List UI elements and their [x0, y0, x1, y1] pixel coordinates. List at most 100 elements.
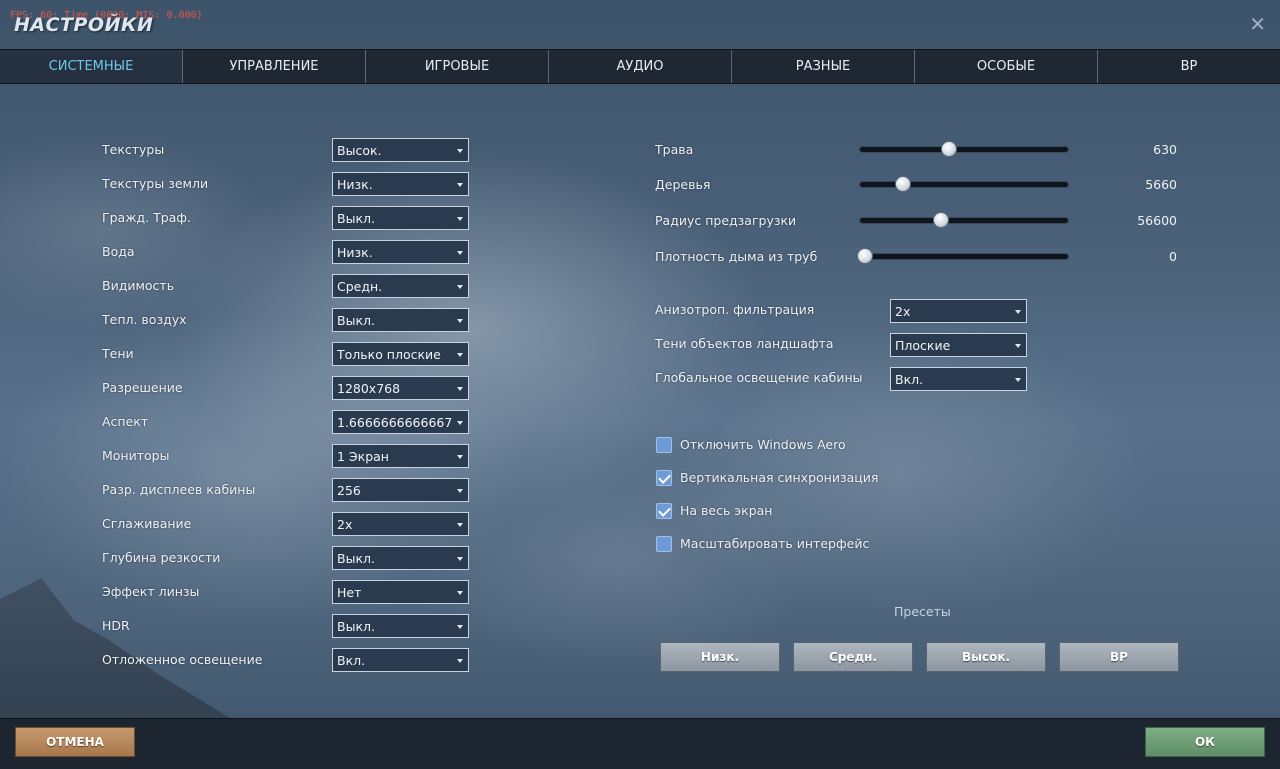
- tab-gameplay[interactable]: ИГРОВЫЕ: [366, 50, 549, 83]
- slider-track[interactable]: [859, 141, 1069, 157]
- setting-dropdown[interactable]: 2x: [890, 299, 1027, 323]
- dropdown-value: Низк.: [337, 176, 373, 192]
- chevron-down-icon: [457, 149, 463, 153]
- setting-dropdown[interactable]: Нет: [332, 580, 469, 604]
- checkbox[interactable]: [656, 536, 672, 552]
- setting-label: Видимость: [102, 278, 175, 293]
- background-mountain: [0, 578, 230, 718]
- setting-label: Эффект линзы: [102, 584, 200, 599]
- setting-dropdown[interactable]: Низк.: [332, 240, 469, 264]
- tab-misc[interactable]: РАЗНЫЕ: [732, 50, 915, 83]
- dropdown-value: Выкл.: [337, 550, 375, 566]
- slider-value: 5660: [1145, 177, 1177, 192]
- dropdown-value: Нет: [337, 584, 362, 600]
- tab-bar: СИСТЕМНЫЕ УПРАВЛЕНИЕ ИГРОВЫЕ АУДИО РАЗНЫ…: [0, 49, 1280, 84]
- chevron-down-icon: [457, 183, 463, 187]
- setting-label: Гражд. Траф.: [102, 210, 191, 225]
- checkbox-label[interactable]: Вертикальная синхронизация: [680, 470, 878, 485]
- tab-vr[interactable]: ВР: [1098, 50, 1280, 83]
- dropdown-value: 1280x768: [337, 380, 401, 396]
- chevron-down-icon: [457, 421, 463, 425]
- setting-dropdown[interactable]: Выкл.: [332, 206, 469, 230]
- dropdown-value: 2x: [895, 303, 911, 319]
- checkbox-label[interactable]: Отключить Windows Aero: [680, 437, 846, 452]
- setting-dropdown[interactable]: 1280x768: [332, 376, 469, 400]
- chevron-down-icon: [1015, 344, 1021, 348]
- setting-label: Сглаживание: [102, 516, 192, 531]
- tab-special[interactable]: ОСОБЫЕ: [915, 50, 1098, 83]
- dropdown-value: Высок.: [337, 142, 382, 158]
- checkbox-label[interactable]: На весь экран: [680, 503, 772, 518]
- close-icon[interactable]: ✕: [1249, 12, 1266, 36]
- dropdown-value: Средн.: [337, 278, 383, 294]
- preset-vr-button[interactable]: ВР: [1059, 642, 1179, 672]
- setting-label: Отложенное освещение: [102, 652, 263, 667]
- slider-track[interactable]: [859, 176, 1069, 192]
- checkmark-icon: [658, 504, 671, 517]
- ok-button[interactable]: ОК: [1145, 727, 1265, 757]
- slider-label: Плотность дыма из труб: [655, 249, 818, 264]
- setting-dropdown[interactable]: Выкл.: [332, 614, 469, 638]
- slider-track[interactable]: [859, 212, 1069, 228]
- setting-dropdown[interactable]: Вкл.: [890, 367, 1027, 391]
- setting-label: Мониторы: [102, 448, 170, 463]
- chevron-down-icon: [457, 557, 463, 561]
- tab-system[interactable]: СИСТЕМНЫЕ: [0, 50, 183, 83]
- slider-handle[interactable]: [941, 141, 957, 157]
- setting-dropdown[interactable]: Только плоские: [332, 342, 469, 366]
- setting-dropdown[interactable]: Выкл.: [332, 308, 469, 332]
- checkbox[interactable]: [656, 437, 672, 453]
- slider-track[interactable]: [857, 248, 1069, 264]
- dropdown-value: 1 Экран: [337, 448, 389, 464]
- setting-label: Разр. дисплеев кабины: [102, 482, 256, 497]
- slider-handle[interactable]: [933, 212, 949, 228]
- chevron-down-icon: [1015, 378, 1021, 382]
- setting-label: Глубина резкости: [102, 550, 221, 565]
- chevron-down-icon: [457, 659, 463, 663]
- preset-high-button[interactable]: Высок.: [926, 642, 1046, 672]
- setting-dropdown[interactable]: Низк.: [332, 172, 469, 196]
- dropdown-value: Выкл.: [337, 210, 375, 226]
- chevron-down-icon: [457, 251, 463, 255]
- setting-label: Разрешение: [102, 380, 183, 395]
- dropdown-value: 256: [337, 482, 361, 498]
- setting-dropdown[interactable]: Высок.: [332, 138, 469, 162]
- setting-label: Тепл. воздух: [102, 312, 187, 327]
- setting-dropdown[interactable]: Плоские: [890, 333, 1027, 357]
- checkmark-icon: [658, 471, 671, 484]
- setting-dropdown[interactable]: Вкл.: [332, 648, 469, 672]
- setting-dropdown[interactable]: 2x: [332, 512, 469, 536]
- setting-label: Анизотроп. фильтрация: [655, 302, 815, 317]
- slider-label: Трава: [655, 142, 694, 157]
- presets-label: Пресеты: [894, 604, 951, 619]
- slider-handle[interactable]: [857, 248, 873, 264]
- tab-controls[interactable]: УПРАВЛЕНИЕ: [183, 50, 366, 83]
- footer-bar: [0, 718, 1280, 769]
- preset-medium-button[interactable]: Средн.: [793, 642, 913, 672]
- setting-label: Текстуры: [102, 142, 165, 157]
- checkbox[interactable]: [656, 503, 672, 519]
- slider-handle[interactable]: [895, 176, 911, 192]
- checkbox-label[interactable]: Масштабировать интерфейс: [680, 536, 869, 551]
- dropdown-value: 2x: [337, 516, 353, 532]
- slider-value: 56600: [1137, 213, 1177, 228]
- tab-audio[interactable]: АУДИО: [549, 50, 732, 83]
- setting-dropdown[interactable]: 256: [332, 478, 469, 502]
- preset-low-button[interactable]: Низк.: [660, 642, 780, 672]
- cancel-button[interactable]: ОТМЕНА: [15, 727, 135, 757]
- setting-dropdown[interactable]: Выкл.: [332, 546, 469, 570]
- chevron-down-icon: [457, 387, 463, 391]
- page-title: НАСТРОЙКИ: [14, 14, 154, 36]
- chevron-down-icon: [457, 591, 463, 595]
- setting-dropdown[interactable]: 1.6666666666667: [332, 410, 469, 434]
- setting-dropdown[interactable]: 1 Экран: [332, 444, 469, 468]
- setting-label: Тени объектов ландшафта: [655, 336, 834, 351]
- slider-value: 0: [1169, 249, 1177, 264]
- checkbox[interactable]: [656, 470, 672, 486]
- setting-dropdown[interactable]: Средн.: [332, 274, 469, 298]
- dropdown-value: Только плоские: [337, 346, 441, 362]
- setting-label: Вода: [102, 244, 135, 259]
- dropdown-value: Плоские: [895, 337, 951, 353]
- dropdown-value: Вкл.: [337, 652, 366, 668]
- dropdown-value: Вкл.: [895, 371, 924, 387]
